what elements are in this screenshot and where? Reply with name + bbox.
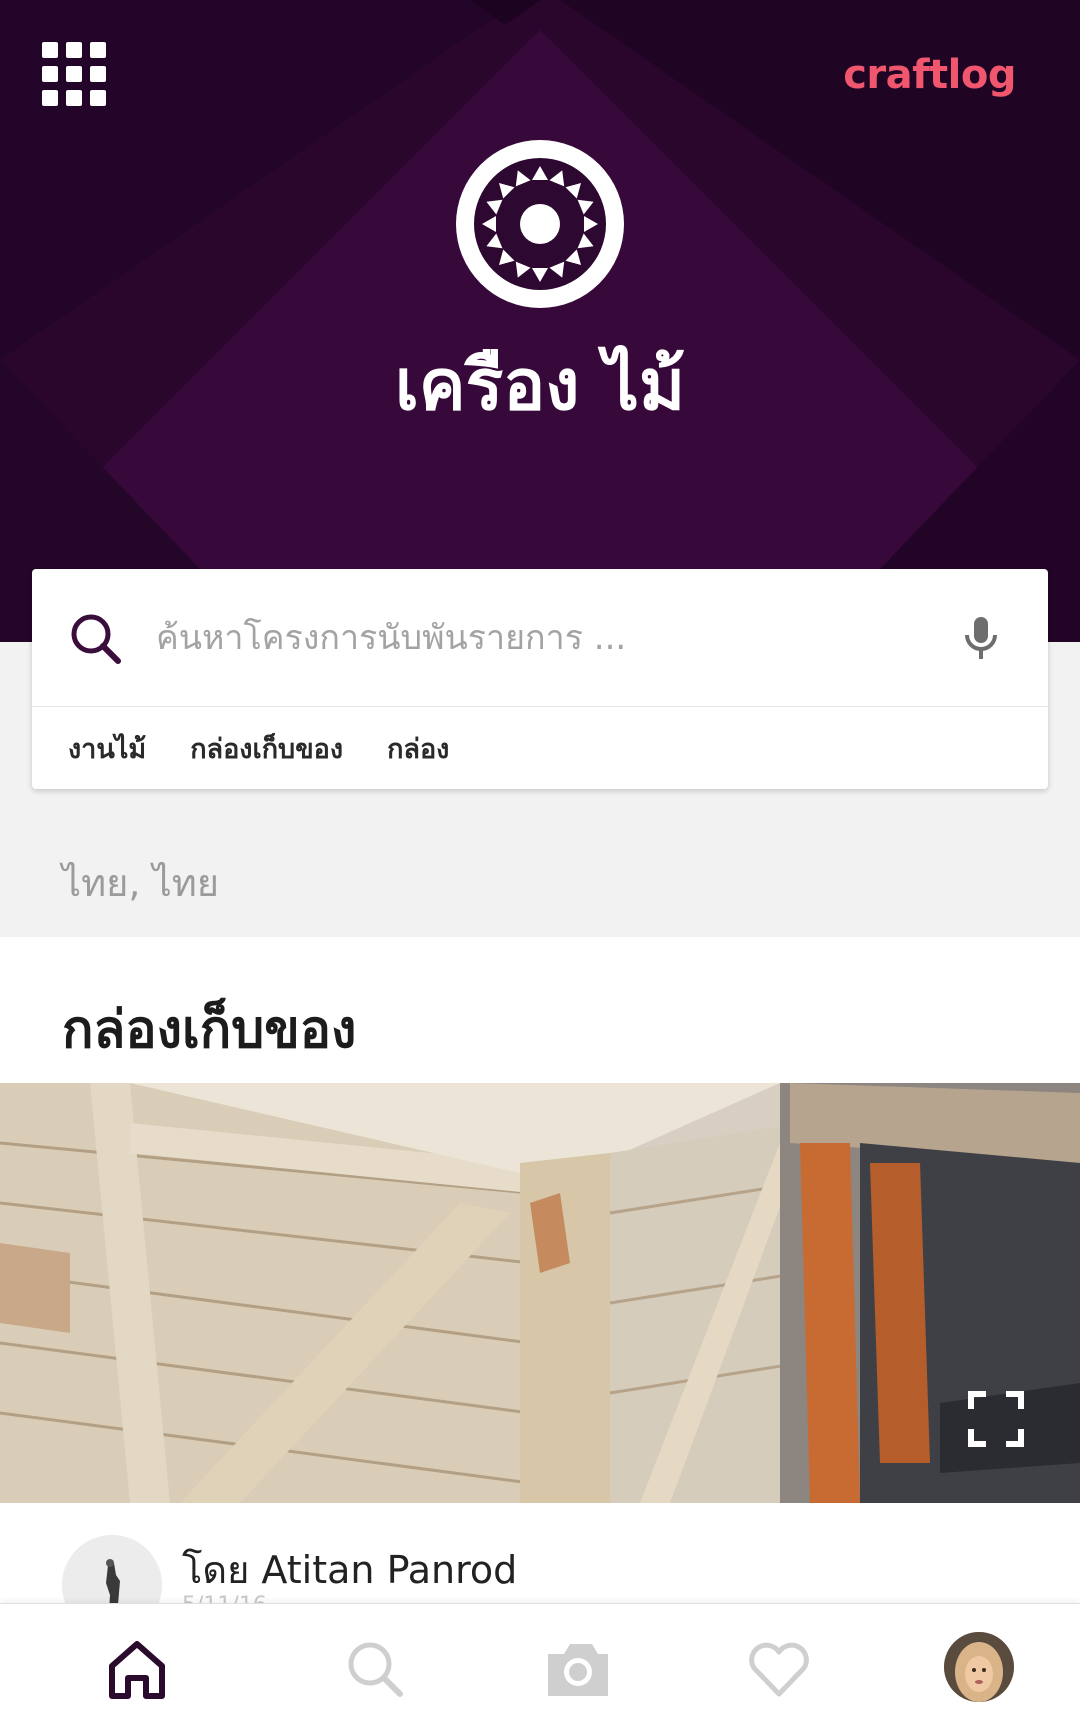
project-photo[interactable] [0,1083,1080,1503]
search-card: งานไม้ กล่องเก็บของ กล่อง [32,569,1048,789]
saw-blade-icon [456,140,624,308]
profile-avatar[interactable] [944,1632,1014,1702]
brand-logo[interactable]: craftlog [843,52,1016,98]
section-title: กล่องเก็บของ [62,1000,357,1060]
location-label[interactable]: ไทย, ไทย [62,852,219,913]
bottom-navigation [0,1603,1080,1731]
chip-box[interactable]: กล่อง [387,727,449,770]
camera-icon[interactable] [542,1634,612,1704]
category-title: เครือง ไม้ [394,344,686,426]
search-input[interactable] [156,607,956,669]
microphone-icon[interactable] [956,613,1006,663]
category-header: craftlog เครือง ไม้ [0,0,1080,642]
search-bar [32,569,1048,707]
suggestion-chips: งานไม้ กล่องเก็บของ กล่อง [68,707,493,789]
chip-woodwork[interactable]: งานไม้ [68,727,146,770]
profile-avatar-image [944,1632,1014,1702]
post-author-row: โดย Atitan Panrod 5/11/16 [0,1503,1080,1635]
home-icon[interactable] [102,1634,172,1704]
search-icon[interactable] [68,611,124,667]
search-icon[interactable] [340,1634,410,1704]
apps-grid-icon[interactable] [42,42,106,106]
fullscreen-icon[interactable] [968,1391,1024,1447]
chip-storage-box[interactable]: กล่องเก็บของ [190,727,343,770]
section-header: กล่องเก็บของ [0,937,1080,1083]
heart-icon[interactable] [744,1634,814,1704]
author-name[interactable]: โดย Atitan Panrod [182,1539,517,1600]
